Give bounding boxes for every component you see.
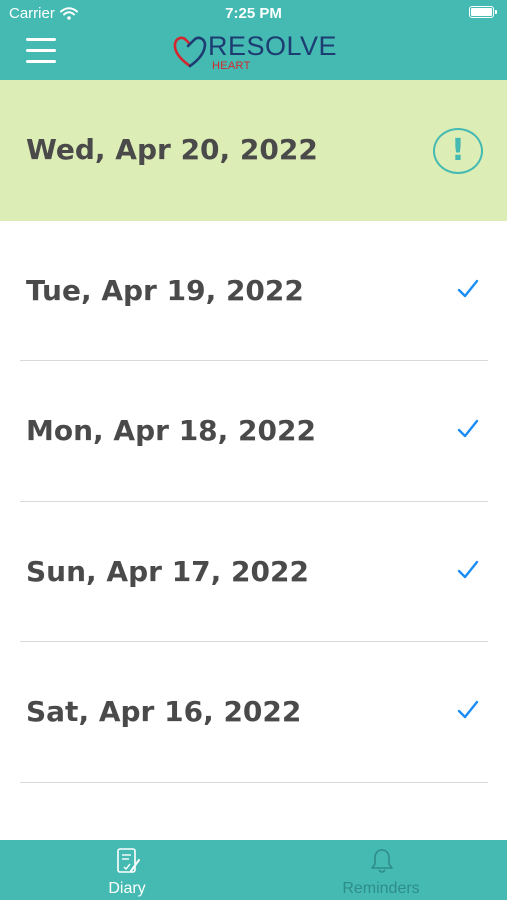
tab-reminders-label: Reminders (342, 880, 420, 897)
entry-date: Wed, Apr 20, 2022 (26, 133, 318, 166)
diary-entry-row[interactable]: Sat, Apr 16, 2022 (0, 642, 507, 783)
entry-date: Sat, Apr 16, 2022 (26, 695, 302, 728)
diary-icon (117, 848, 140, 873)
bell-icon (371, 849, 393, 873)
checkmark-icon (457, 419, 479, 438)
tab-diary-label: Diary (108, 880, 146, 897)
diary-entry-row[interactable]: Sun, Apr 17, 2022 (0, 502, 507, 642)
diary-entry-row[interactable]: Wed, Apr 20, 2022 ! (0, 80, 507, 221)
entry-date: Tue, Apr 19, 2022 (26, 273, 304, 307)
checkmark-icon (457, 279, 479, 297)
resolve-heart-logo: RESOLVE HEART (172, 30, 342, 74)
top-bar: Carrier 7:25 PM RESOLVE HEART (0, 0, 507, 80)
diary-entry-list: Wed, Apr 20, 2022 ! Tue, Apr 19, 2022 Mo… (0, 80, 507, 783)
tab-diary[interactable]: Diary (0, 840, 254, 900)
entry-date: Mon, Apr 18, 2022 (26, 414, 316, 447)
logo-subtext: HEART (212, 60, 251, 72)
entry-date: Sun, Apr 17, 2022 (26, 554, 309, 588)
status-time: 7:25 PM (225, 5, 282, 22)
battery-icon (469, 6, 497, 18)
checkmark-icon (457, 700, 479, 719)
hamburger-menu-icon[interactable] (26, 38, 56, 66)
exclamation-circle-icon: ! (433, 128, 483, 174)
checkmark-icon (457, 560, 479, 578)
tab-reminders[interactable]: Reminders (254, 840, 507, 900)
logo-wordmark: RESOLVE (208, 31, 338, 61)
heart-logo-icon (173, 36, 207, 68)
status-bar: Carrier 7:25 PM (0, 0, 507, 28)
diary-entry-row[interactable]: Tue, Apr 19, 2022 (0, 221, 507, 361)
diary-entry-row[interactable]: Mon, Apr 18, 2022 (0, 361, 507, 502)
tab-bar: Diary Reminders (0, 840, 507, 900)
row-divider (20, 781, 488, 783)
